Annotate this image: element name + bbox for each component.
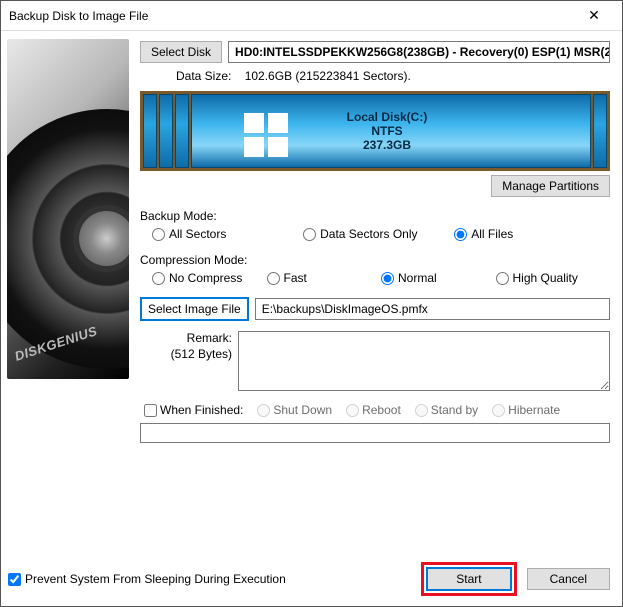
start-highlight: Start bbox=[421, 562, 516, 596]
finish-shutdown: Shut Down bbox=[257, 403, 332, 417]
finish-reboot: Reboot bbox=[346, 403, 401, 417]
data-size-row: Data Size: 102.6GB (215223841 Sectors). bbox=[176, 69, 610, 83]
partition-segment[interactable] bbox=[593, 94, 607, 168]
close-icon[interactable]: ✕ bbox=[574, 7, 614, 24]
image-path-field[interactable]: E:\backups\DiskImageOS.pmfx bbox=[255, 298, 610, 320]
data-size-label: Data Size: bbox=[176, 69, 231, 83]
partition-size: 237.3GB bbox=[363, 138, 411, 152]
partition-segment[interactable] bbox=[175, 94, 189, 168]
sidebar: DISKGENIUS bbox=[1, 31, 136, 606]
backup-mode-group: All Sectors Data Sectors Only All Files bbox=[140, 227, 610, 241]
select-image-file-button[interactable]: Select Image File bbox=[140, 297, 249, 321]
titlebar: Backup Disk to Image File ✕ bbox=[1, 1, 622, 31]
disk-name-field: HD0:INTELSSDPEKKW256G8(238GB) - Recovery… bbox=[228, 41, 610, 63]
partition-name: Local Disk(C:) bbox=[347, 110, 428, 124]
finish-standby: Stand by bbox=[415, 403, 478, 417]
backup-mode-all-sectors[interactable]: All Sectors bbox=[152, 227, 303, 241]
compression-normal[interactable]: Normal bbox=[381, 271, 496, 285]
main-panel: Select Disk HD0:INTELSSDPEKKW256G8(238GB… bbox=[136, 31, 622, 606]
cancel-button[interactable]: Cancel bbox=[527, 568, 610, 590]
backup-mode-label: Backup Mode: bbox=[140, 209, 610, 223]
remark-label: Remark:(512 Bytes) bbox=[140, 331, 232, 391]
select-disk-button[interactable]: Select Disk bbox=[140, 41, 222, 63]
data-size-value: 102.6GB (215223841 Sectors). bbox=[245, 69, 411, 83]
windows-icon bbox=[244, 113, 290, 159]
manage-partitions-button[interactable]: Manage Partitions bbox=[491, 175, 610, 197]
partition-segment[interactable] bbox=[159, 94, 173, 168]
partition-bar[interactable]: Local Disk(C:) NTFS 237.3GB bbox=[140, 91, 610, 171]
partition-segment[interactable] bbox=[143, 94, 157, 168]
partition-fs: NTFS bbox=[371, 124, 402, 138]
compression-mode-group: No Compress Fast Normal High Quality bbox=[140, 271, 610, 285]
compression-high[interactable]: High Quality bbox=[496, 271, 611, 285]
remark-input[interactable] bbox=[238, 331, 610, 391]
compression-none[interactable]: No Compress bbox=[152, 271, 267, 285]
brand-logo: DISKGENIUS bbox=[13, 323, 99, 364]
disk-illustration: DISKGENIUS bbox=[7, 39, 129, 379]
window-title: Backup Disk to Image File bbox=[9, 9, 574, 23]
prevent-sleep-checkbox[interactable]: Prevent System From Sleeping During Exec… bbox=[8, 572, 286, 586]
start-button[interactable]: Start bbox=[426, 567, 511, 591]
compression-mode-label: Compression Mode: bbox=[140, 253, 610, 267]
backup-mode-data-sectors[interactable]: Data Sectors Only bbox=[303, 227, 454, 241]
partition-main[interactable]: Local Disk(C:) NTFS 237.3GB bbox=[191, 94, 591, 168]
footer: Prevent System From Sleeping During Exec… bbox=[8, 562, 610, 596]
when-finished-row: When Finished: Shut Down Reboot Stand by… bbox=[140, 403, 610, 417]
compression-fast[interactable]: Fast bbox=[267, 271, 382, 285]
progress-bar bbox=[140, 423, 610, 443]
when-finished-checkbox[interactable]: When Finished: bbox=[144, 403, 243, 417]
finish-hibernate: Hibernate bbox=[492, 403, 560, 417]
backup-mode-all-files[interactable]: All Files bbox=[454, 227, 605, 241]
